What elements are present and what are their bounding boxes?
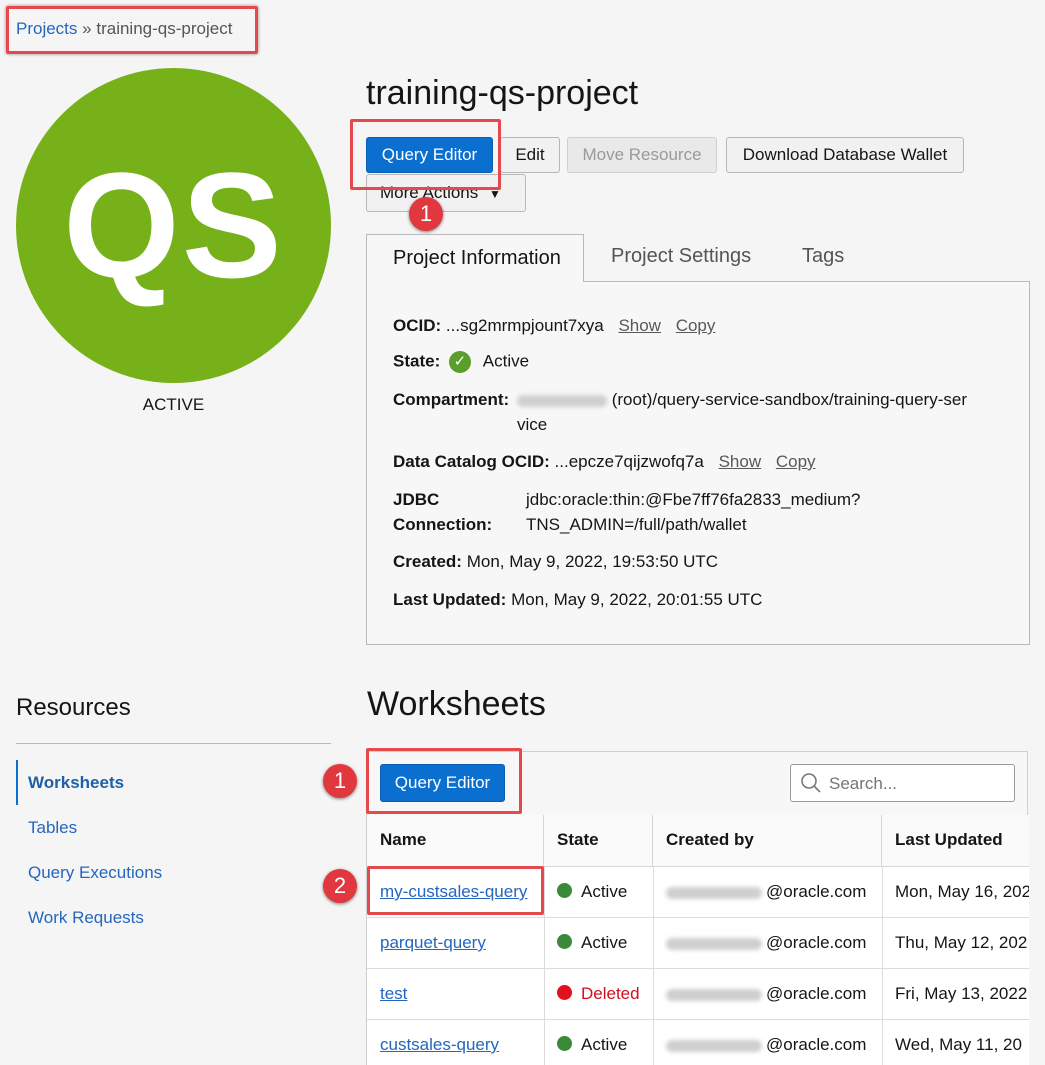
edit-button[interactable]: Edit [500,137,560,173]
compartment-value-wrap: vice [517,415,548,434]
breadcrumb-current: training-qs-project [96,19,233,38]
sidebar-item-query-executions[interactable]: Query Executions [28,863,162,883]
table-row: test Deleted @oracle.com Fri, May 13, 20… [367,969,1029,1020]
state-label: State: [393,351,441,371]
catalog-label: Data Catalog OCID: [393,452,550,471]
search-box[interactable] [790,764,1015,802]
status-dot-icon [557,883,572,899]
query-editor-highlight [350,119,501,190]
column-header-last-updated[interactable]: Last Updated [882,815,1029,867]
state-row: State: ✓ Active [393,351,529,373]
jdbc-value-2: TNS_ADMIN=/full/path/wallet [526,515,747,534]
ocid-row: OCID: ...sg2mrmpjount7xya Show Copy [393,316,715,336]
worksheet-state: Active [557,867,627,918]
updated-label: Last Updated: [393,590,507,609]
worksheet-updated: Fri, May 13, 2022 [895,984,1028,1003]
table-left-border [366,815,367,1065]
compartment-label: Compartment: [393,390,510,409]
avatar-status: ACTIVE [142,395,205,414]
sidebar-item-work-requests[interactable]: Work Requests [28,908,144,928]
column-divider [882,867,883,1065]
callout-1-top: 1 [409,197,443,231]
column-divider [544,867,545,1065]
worksheet-created-by: @oracle.com [666,969,866,1020]
status-dot-icon [557,934,572,950]
column-header-name[interactable]: Name [367,815,544,867]
move-resource-button[interactable]: Move Resource [567,137,717,173]
column-header-created-by[interactable]: Created by [653,815,882,867]
redacted-user [666,886,762,899]
breadcrumb-separator: » [82,19,92,38]
worksheet-created-by: @oracle.com [666,867,866,918]
sidebar-item-tables[interactable]: Tables [28,818,77,838]
state-value: Active [482,351,530,371]
created-value: Mon, May 9, 2022, 19:53:50 UTC [466,552,719,571]
status-dot-icon [557,1036,572,1052]
worksheets-table: Name State Created by Last Updated my-cu… [367,815,1029,1065]
worksheet-name-link[interactable]: parquet-query [380,918,486,969]
table-row: custsales-query Active @oracle.com Wed, … [367,1020,1029,1065]
catalog-value: ...epcze7qijzwofq7a [554,452,704,471]
jdbc-value-1: jdbc:oracle:thin:@Fbe7ff76fa2833_medium? [526,490,861,509]
check-circle-icon: ✓ [448,351,471,373]
search-icon [801,773,821,793]
worksheet-updated: Mon, May 16, 202 [895,882,1029,901]
redacted-user [666,937,762,950]
breadcrumb: Projects » training-qs-project [16,19,232,39]
catalog-row: Data Catalog OCID: ...epcze7qijzwofq7a S… [393,452,816,472]
updated-value: Mon, May 9, 2022, 20:01:55 UTC [511,590,763,609]
redacted-user [666,1039,762,1052]
worksheet-updated: Thu, May 12, 202 [895,933,1028,952]
avatar-initials: QS [63,141,284,309]
ocid-value: ...sg2mrmpjount7xya [445,316,604,335]
download-wallet-button[interactable]: Download Database Wallet [726,137,964,173]
worksheets-query-editor-highlight [366,748,522,814]
catalog-copy-link[interactable]: Copy [776,452,816,471]
jdbc-label-1: JDBC [393,490,440,509]
tab-tags[interactable]: Tags [802,245,844,268]
compartment-row: Compartment: [393,390,509,410]
compartment-path: (root)/query-service-sandbox/training-qu… [611,390,967,409]
created-row: Created: Mon, May 9, 2022, 19:53:50 UTC [393,552,718,572]
column-divider [653,867,654,1065]
worksheet-state: Active [557,918,627,969]
worksheet-name-link[interactable]: custsales-query [380,1020,499,1065]
callout-2: 2 [323,869,357,903]
jdbc-label-2: Connection: [393,515,493,534]
table-row: parquet-query Active @oracle.com Thu, Ma… [367,918,1029,969]
worksheet-name-link[interactable]: test [380,969,407,1020]
ocid-label: OCID: [393,316,442,335]
ocid-show-link[interactable]: Show [618,316,661,335]
worksheet-state: Deleted [557,969,640,1020]
worksheet-updated: Wed, May 11, 20 [895,1035,1022,1054]
search-input[interactable] [827,771,1011,797]
status-dot-icon [557,985,572,1001]
worksheet-created-by: @oracle.com [666,918,866,969]
first-worksheet-highlight [367,866,544,915]
compartment-value: (root)/query-service-sandbox/training-qu… [517,390,987,410]
created-label: Created: [393,552,462,571]
worksheet-state: Active [557,1020,627,1065]
catalog-show-link[interactable]: Show [719,452,762,471]
column-header-state[interactable]: State [544,815,653,867]
breadcrumb-projects-link[interactable]: Projects [16,19,77,38]
ocid-copy-link[interactable]: Copy [676,316,716,335]
page-title: training-qs-project [366,74,639,112]
tab-project-information[interactable]: Project Information [366,234,584,282]
callout-1-bottom: 1 [323,764,357,798]
sidebar-title: Resources [16,694,131,721]
tab-project-settings[interactable]: Project Settings [611,245,751,268]
worksheet-created-by: @oracle.com [666,1020,866,1065]
tab-project-information-label: Project Information [393,247,561,269]
sidebar-divider [16,743,331,744]
avatar: QS [16,68,331,383]
sidebar-active-indicator [16,760,18,805]
updated-row: Last Updated: Mon, May 9, 2022, 20:01:55… [393,590,762,610]
sidebar-item-worksheets[interactable]: Worksheets [28,773,124,793]
worksheets-title: Worksheets [367,685,546,723]
redacted-user [666,988,762,1001]
redacted-tenancy [517,394,607,407]
